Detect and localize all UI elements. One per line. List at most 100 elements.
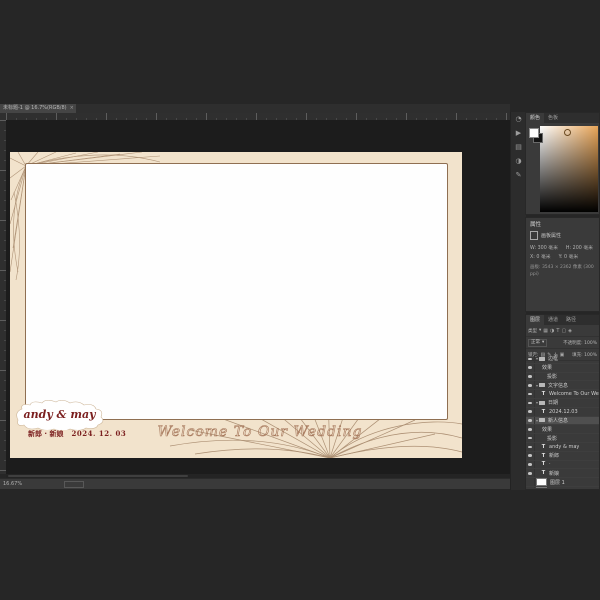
filter-kind-label[interactable]: 类型 bbox=[528, 328, 537, 334]
layer-name: 图层 1 bbox=[550, 479, 565, 486]
filter-pixel-icon[interactable]: ▦ bbox=[543, 328, 548, 334]
blend-mode-select[interactable]: 正常 ▾ bbox=[528, 339, 547, 347]
visibility-toggle[interactable] bbox=[526, 425, 535, 433]
filter-type-icon[interactable]: T bbox=[556, 328, 559, 334]
eye-icon bbox=[528, 410, 532, 413]
layer-name: · bbox=[549, 461, 551, 467]
group-expand-icon[interactable]: ▾ bbox=[536, 356, 538, 361]
visibility-toggle[interactable] bbox=[526, 434, 535, 442]
visibility-toggle[interactable] bbox=[526, 461, 535, 469]
text-layer-icon: T bbox=[540, 470, 547, 476]
canvas-viewport[interactable]: andy & may 新郎 · 新娘2024. 12. 03 Welcome T… bbox=[6, 120, 510, 474]
eye-icon bbox=[528, 472, 532, 475]
layer-row[interactable]: T· bbox=[526, 461, 599, 470]
layer-row[interactable]: T新郎 bbox=[526, 452, 599, 461]
color-gradient-field[interactable] bbox=[540, 126, 598, 212]
layer-name: 效果 bbox=[542, 426, 552, 433]
visibility-toggle[interactable] bbox=[526, 478, 535, 486]
layer-name: 效果 bbox=[542, 364, 552, 371]
artboard-width[interactable]: W: 300 毫米 bbox=[530, 244, 558, 251]
group-expand-icon[interactable]: ▾ bbox=[536, 418, 538, 423]
eye-icon bbox=[528, 463, 532, 466]
group-expand-icon[interactable]: ▾ bbox=[536, 400, 538, 405]
eye-icon bbox=[528, 358, 532, 361]
document-tab[interactable]: 未标题-1 @ 16.7%(RGB/8) × bbox=[0, 104, 76, 113]
folder-icon bbox=[539, 401, 545, 405]
layer-row[interactable]: 效果 bbox=[526, 425, 599, 434]
color-panel: 颜色 色板 bbox=[525, 112, 600, 215]
layer-row[interactable]: ▾新人信息 bbox=[526, 417, 599, 426]
tab-color[interactable]: 颜色 bbox=[526, 113, 544, 123]
opacity-control[interactable]: 不透明度: 100% bbox=[563, 340, 597, 346]
visibility-toggle[interactable] bbox=[526, 381, 535, 389]
notes-panel-icon[interactable]: ✎ bbox=[511, 168, 526, 182]
layer-row[interactable]: 效果 bbox=[526, 364, 599, 373]
names-badge: andy & may bbox=[12, 400, 107, 430]
layer-row[interactable]: ▾文字信息 bbox=[526, 381, 599, 390]
visibility-toggle[interactable] bbox=[526, 355, 535, 363]
visibility-toggle[interactable] bbox=[526, 390, 535, 398]
visibility-toggle[interactable] bbox=[526, 452, 535, 460]
adjustments-panel-icon[interactable]: ◑ bbox=[511, 154, 526, 168]
tab-channels[interactable]: 通道 bbox=[544, 315, 562, 325]
wedding-artboard[interactable]: andy & may 新郎 · 新娘2024. 12. 03 Welcome T… bbox=[10, 152, 462, 458]
visibility-toggle[interactable] bbox=[526, 408, 535, 416]
document-tab-label: 未标题-1 @ 16.7%(RGB/8) bbox=[3, 104, 67, 113]
layer-row[interactable]: 图层 1 bbox=[526, 478, 599, 487]
layers-panel-tabs: 图层 通道 路径 bbox=[526, 315, 599, 325]
folder-icon bbox=[539, 418, 545, 422]
artboard-y[interactable]: Y: 0 毫米 bbox=[559, 253, 579, 260]
foreground-color-swatch[interactable] bbox=[529, 128, 539, 138]
text-layer-icon: T bbox=[540, 461, 547, 467]
history-panel-icon[interactable]: ◔ bbox=[511, 112, 526, 126]
eye-icon bbox=[528, 454, 532, 457]
folder-icon bbox=[539, 357, 545, 361]
visibility-toggle[interactable] bbox=[526, 443, 535, 451]
layer-row[interactable]: Tandy & may bbox=[526, 443, 599, 452]
layer-name: 边框 bbox=[548, 355, 558, 362]
filter-adjustment-icon[interactable]: ◑ bbox=[550, 328, 554, 334]
group-expand-icon[interactable]: ▾ bbox=[536, 383, 538, 388]
eye-icon bbox=[528, 446, 532, 449]
layer-row[interactable]: 投影 bbox=[526, 373, 599, 382]
scrollbar-thumb[interactable] bbox=[8, 475, 188, 477]
zoom-level[interactable]: 16.67% bbox=[3, 479, 22, 489]
filter-shape-icon[interactable]: ▢ bbox=[561, 328, 566, 334]
artboard-icon bbox=[530, 231, 538, 240]
chevron-down-icon[interactable]: ▾ bbox=[539, 328, 541, 333]
eye-icon bbox=[528, 366, 532, 369]
close-icon[interactable]: × bbox=[70, 104, 74, 113]
layer-row[interactable]: ▾日期 bbox=[526, 399, 599, 408]
layer-row[interactable]: TWelcome To Our Wedding bbox=[526, 390, 599, 399]
visibility-toggle[interactable] bbox=[526, 469, 535, 477]
visibility-toggle[interactable] bbox=[526, 417, 535, 425]
artboard-height[interactable]: H: 200 毫米 bbox=[566, 244, 593, 251]
artboard-x[interactable]: X: 0 毫米 bbox=[530, 253, 551, 260]
text-layer-icon: T bbox=[540, 391, 547, 397]
visibility-toggle[interactable] bbox=[526, 364, 535, 372]
layer-row[interactable]: 投影 bbox=[526, 434, 599, 443]
filter-smart-icon[interactable]: ◈ bbox=[568, 328, 572, 334]
tab-paths[interactable]: 路径 bbox=[562, 315, 580, 325]
tab-swatches[interactable]: 色板 bbox=[544, 113, 562, 123]
layer-row[interactable]: replace bbox=[526, 487, 599, 488]
layer-name: andy & may bbox=[549, 444, 579, 450]
visibility-toggle[interactable] bbox=[526, 487, 535, 488]
visibility-toggle[interactable] bbox=[526, 373, 535, 381]
welcome-text: Welcome To Our Wedding bbox=[140, 424, 380, 440]
actions-panel-icon[interactable]: ▶ bbox=[511, 126, 526, 140]
layer-row[interactable]: T新娘 bbox=[526, 469, 599, 478]
eye-icon bbox=[528, 419, 532, 422]
date-text: 2024. 12. 03 bbox=[72, 429, 127, 438]
layer-name: 投影 bbox=[547, 373, 557, 380]
layer-rows: ▾边框效果投影▾文字信息TWelcome To Our Wedding▾日期T2… bbox=[526, 355, 599, 488]
layer-filter-row: 类型 ▾ ▦ ◑ T ▢ ◈ bbox=[526, 325, 599, 337]
libraries-panel-icon[interactable]: ▤ bbox=[511, 140, 526, 154]
tab-layers[interactable]: 图层 bbox=[526, 315, 544, 325]
properties-title: 属性 bbox=[526, 218, 599, 229]
couple-names-text: andy & may bbox=[12, 408, 107, 421]
visibility-toggle[interactable] bbox=[526, 399, 535, 407]
color-picker-cursor[interactable] bbox=[564, 129, 571, 136]
layer-row[interactable]: ▾ 边框 bbox=[526, 355, 599, 364]
layer-row[interactable]: T2024.12.03 bbox=[526, 408, 599, 417]
